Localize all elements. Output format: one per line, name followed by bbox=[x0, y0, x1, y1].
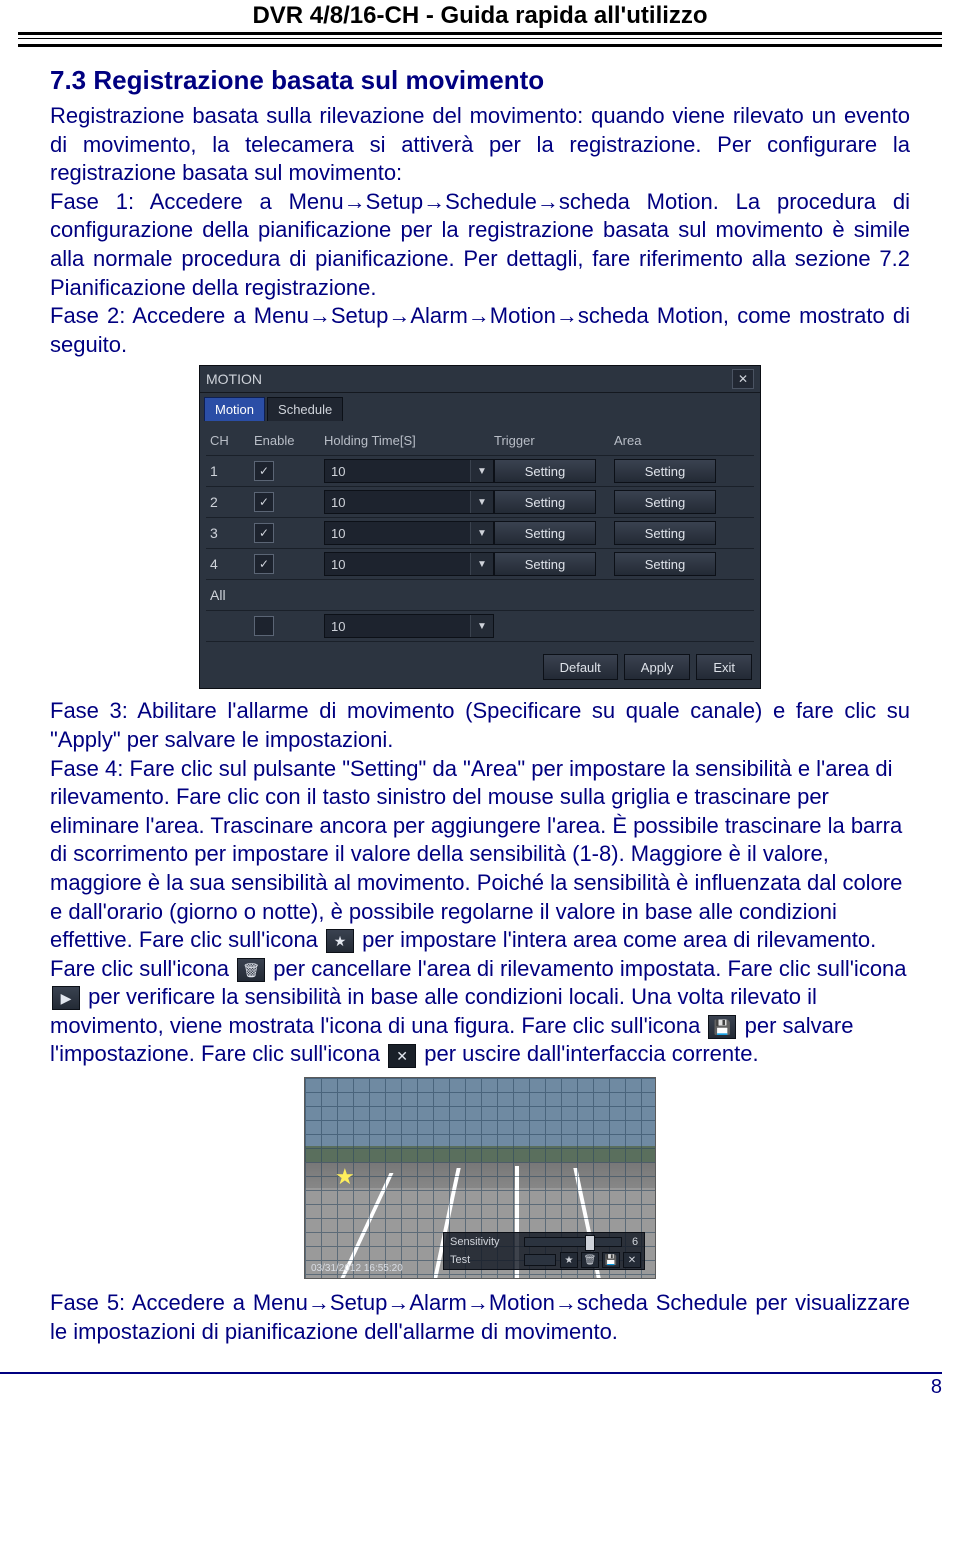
panel-trash-icon[interactable]: 🗑 bbox=[581, 1252, 599, 1268]
sensitivity-panel: Sensitivity 6 Test ★ 🗑 💾 ✕ bbox=[443, 1232, 645, 1270]
sensitivity-value: 6 bbox=[626, 1236, 644, 1248]
page-footer: 8 bbox=[0, 1372, 942, 1374]
paragraph-fase1: Fase 1: Accedere a Menu→Setup→Schedule→s… bbox=[50, 188, 910, 302]
panel-star-icon[interactable]: ★ bbox=[560, 1252, 578, 1268]
trigger-setting-button[interactable]: Setting bbox=[494, 521, 596, 545]
save-disk-icon: 💾 bbox=[708, 1015, 736, 1039]
motion-star-icon: ★ bbox=[335, 1164, 355, 1190]
paragraph-fase2: Fase 2: Accedere a Menu→Setup→Alarm→Moti… bbox=[50, 302, 910, 359]
table-row: 3 ✓ 10▼ Setting Setting bbox=[206, 518, 754, 549]
tab-schedule[interactable]: Schedule bbox=[267, 397, 343, 421]
panel-close-icon[interactable]: ✕ bbox=[623, 1252, 641, 1268]
table-header: CH Enable Holding Time[S] Trigger Area bbox=[206, 425, 754, 456]
area-setting-button[interactable]: Setting bbox=[614, 459, 716, 483]
holding-time-select[interactable]: 10▼ bbox=[324, 552, 494, 576]
enable-all-checkbox[interactable] bbox=[254, 616, 274, 636]
default-button[interactable]: Default bbox=[543, 654, 618, 680]
area-preview-thumbnail: ★ 03/31/2012 16:55:20 Sensitivity 6 Test… bbox=[304, 1077, 656, 1279]
sensitivity-label: Sensitivity bbox=[444, 1236, 520, 1248]
chevron-down-icon: ▼ bbox=[470, 522, 493, 544]
enable-checkbox[interactable]: ✓ bbox=[254, 554, 274, 574]
chevron-down-icon: ▼ bbox=[470, 615, 493, 637]
holding-time-select[interactable]: 10▼ bbox=[324, 459, 494, 483]
timestamp: 03/31/2012 16:55:20 bbox=[311, 1263, 403, 1274]
header-rule bbox=[18, 32, 942, 47]
holding-time-all-select[interactable]: 10▼ bbox=[324, 614, 494, 638]
page-number: 8 bbox=[931, 1376, 942, 1399]
trigger-setting-button[interactable]: Setting bbox=[494, 459, 596, 483]
enable-checkbox[interactable]: ✓ bbox=[254, 523, 274, 543]
close-x-icon: ✕ bbox=[388, 1044, 416, 1068]
table-row: 4 ✓ 10▼ Setting Setting bbox=[206, 549, 754, 580]
holding-time-select[interactable]: 10▼ bbox=[324, 490, 494, 514]
enable-checkbox[interactable]: ✓ bbox=[254, 492, 274, 512]
table-row: 1 ✓ 10▼ Setting Setting bbox=[206, 456, 754, 487]
test-play-icon: ▶ bbox=[52, 986, 80, 1010]
trigger-setting-button[interactable]: Setting bbox=[494, 490, 596, 514]
paragraph-fase5: Fase 5: Accedere a Menu→Setup→Alarm→Moti… bbox=[50, 1289, 910, 1346]
all-label-row: All bbox=[206, 580, 754, 611]
table-row: 2 ✓ 10▼ Setting Setting bbox=[206, 487, 754, 518]
paragraph-fase3: Fase 3: Abilitare l'allarme di movimento… bbox=[50, 697, 910, 754]
star-icon: ★ bbox=[326, 929, 354, 953]
section-title: 7.3 Registrazione basata sul movimento bbox=[50, 65, 910, 96]
chevron-down-icon: ▼ bbox=[470, 553, 493, 575]
chevron-down-icon: ▼ bbox=[470, 460, 493, 482]
test-bar bbox=[524, 1254, 556, 1266]
paragraph-fase4: Fase 4: Fare clic sul pulsante "Setting"… bbox=[50, 755, 910, 1070]
test-label: Test bbox=[444, 1254, 520, 1266]
tab-motion[interactable]: Motion bbox=[204, 397, 265, 421]
motion-dialog: MOTION ✕ Motion Schedule CH Enable Holdi… bbox=[199, 365, 761, 689]
enable-checkbox[interactable]: ✓ bbox=[254, 461, 274, 481]
chevron-down-icon: ▼ bbox=[470, 491, 493, 513]
exit-button[interactable]: Exit bbox=[696, 654, 752, 680]
area-setting-button[interactable]: Setting bbox=[614, 552, 716, 576]
all-row: 10▼ bbox=[206, 611, 754, 642]
panel-save-icon[interactable]: 💾 bbox=[602, 1252, 620, 1268]
dialog-title: MOTION bbox=[206, 371, 262, 387]
area-setting-button[interactable]: Setting bbox=[614, 521, 716, 545]
area-setting-button[interactable]: Setting bbox=[614, 490, 716, 514]
holding-time-select[interactable]: 10▼ bbox=[324, 521, 494, 545]
apply-button[interactable]: Apply bbox=[624, 654, 691, 680]
trash-icon: 🗑 bbox=[237, 958, 265, 982]
sensitivity-slider[interactable] bbox=[524, 1237, 622, 1247]
trigger-setting-button[interactable]: Setting bbox=[494, 552, 596, 576]
paragraph-intro: Registrazione basata sulla rilevazione d… bbox=[50, 102, 910, 188]
close-button[interactable]: ✕ bbox=[732, 369, 754, 389]
doc-header: DVR 4/8/16-CH - Guida rapida all'utilizz… bbox=[0, 2, 960, 30]
